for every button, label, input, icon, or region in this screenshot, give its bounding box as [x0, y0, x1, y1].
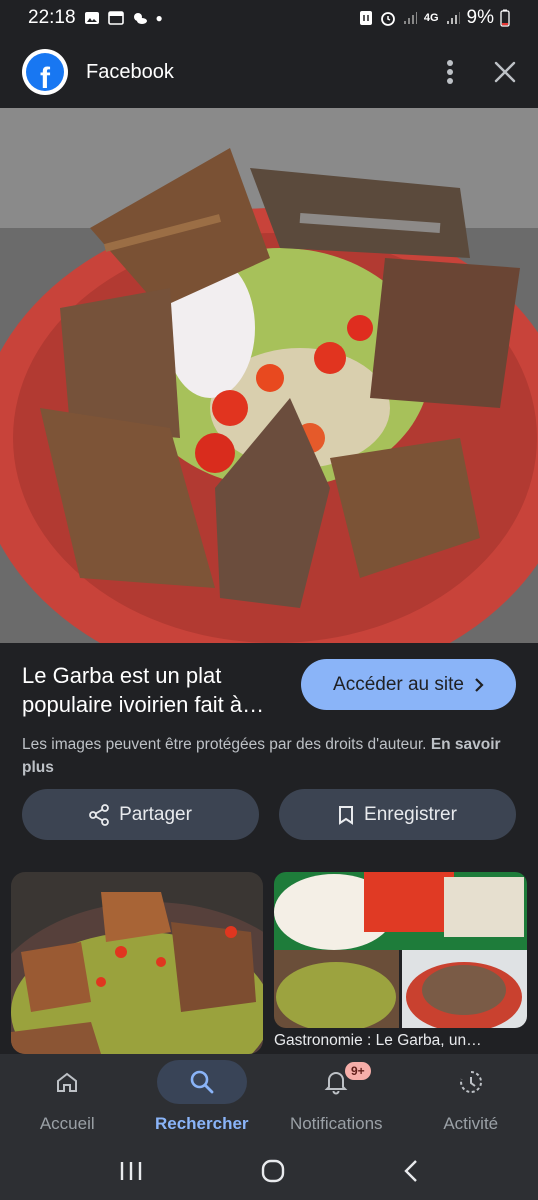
nav-activity[interactable]: Activité: [404, 1054, 538, 1142]
result-info: Le Garba est un plat populaire ivoirien …: [0, 643, 538, 779]
main-image[interactable]: [0, 108, 538, 643]
chevron-right-icon: [475, 677, 484, 692]
nav-home[interactable]: Accueil: [0, 1054, 135, 1142]
action-buttons: Partager Enregistrer: [22, 789, 516, 840]
status-time: 22:18: [28, 7, 76, 28]
battery-icon: [500, 9, 510, 27]
alarm-icon: [380, 12, 395, 26]
nfc-icon: [359, 11, 372, 25]
related-image-card[interactable]: [11, 872, 263, 1054]
related-images: Gastronomie : Le Garba, un…: [0, 872, 538, 1054]
share-icon: [89, 803, 109, 826]
back-icon[interactable]: [403, 1159, 419, 1183]
weather-icon: [133, 13, 147, 24]
nav-notifications[interactable]: 9+ Notifications: [269, 1054, 404, 1142]
recent-apps-icon[interactable]: [119, 1160, 143, 1182]
source-header: f Facebook: [0, 36, 538, 108]
bookmark-icon: [339, 805, 354, 825]
close-icon[interactable]: [494, 61, 516, 83]
search-icon: [190, 1070, 214, 1094]
notification-badge: 9+: [345, 1062, 371, 1080]
bottom-navigation: Accueil Rechercher 9+ Notifications Acti…: [0, 1054, 538, 1142]
facebook-logo-icon: f: [22, 49, 68, 95]
network-type: 4G: [423, 12, 439, 24]
related-caption: Gastronomie : Le Garba, un…: [274, 1032, 482, 1049]
gallery-icon: [84, 12, 99, 24]
activity-icon: [459, 1070, 482, 1093]
save-button[interactable]: Enregistrer: [279, 789, 516, 840]
result-title[interactable]: Le Garba est un plat populaire ivoirien …: [22, 659, 301, 719]
signal-icon: [403, 12, 417, 24]
home-icon: [57, 1072, 78, 1092]
dot-indicator: ●: [155, 11, 163, 25]
source-name: Facebook: [86, 60, 174, 83]
share-button[interactable]: Partager: [22, 789, 259, 840]
signal-icon-2: [446, 12, 460, 24]
copyright-notice: Les images peuvent être protégées par de…: [22, 736, 501, 776]
battery-percent: 9%: [466, 7, 494, 28]
related-image-card[interactable]: Gastronomie : Le Garba, un…: [274, 872, 527, 1054]
visit-site-button[interactable]: Accéder au site: [301, 659, 516, 710]
home-button-icon[interactable]: [261, 1159, 285, 1183]
system-navigation: [0, 1142, 538, 1200]
status-bar: 22:18 ● 4G 9%: [0, 0, 538, 36]
nav-search[interactable]: Rechercher: [135, 1054, 270, 1142]
more-options-icon[interactable]: [446, 59, 454, 85]
calendar-icon: [107, 11, 124, 25]
